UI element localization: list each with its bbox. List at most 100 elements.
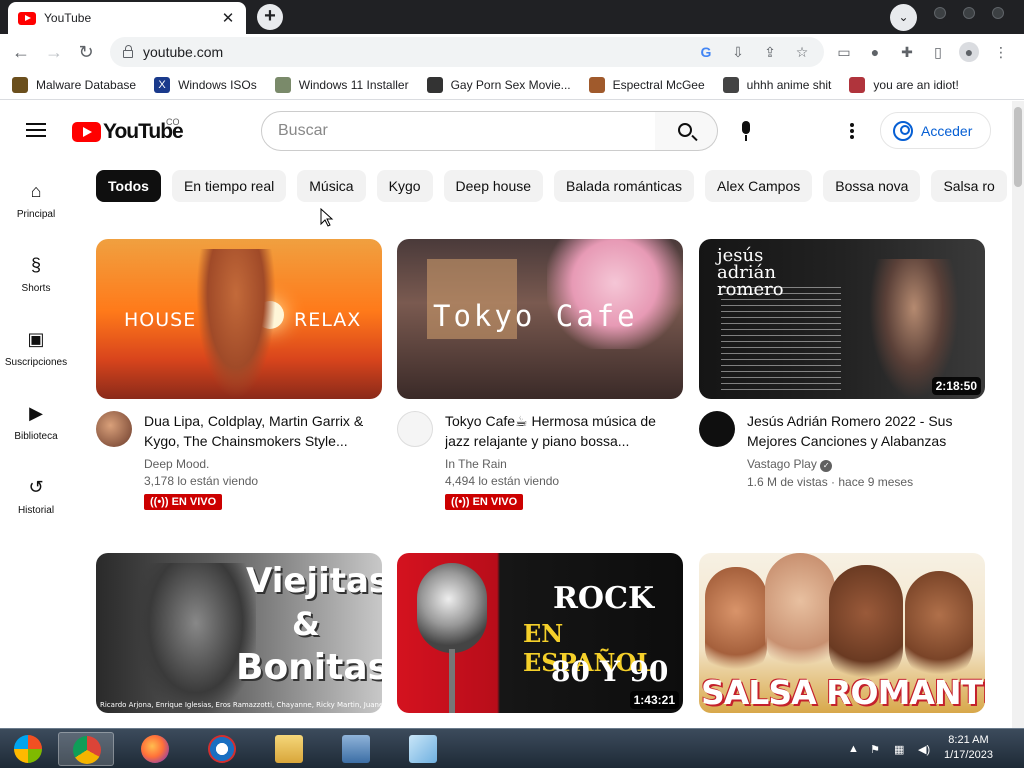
video-card[interactable]: Tokyo Cafe Tokyo Cafe☕ Hermosa música de… — [397, 239, 683, 510]
bookmark-item[interactable]: Malware Database — [12, 76, 136, 93]
tray-expand-icon[interactable]: ▲ — [848, 743, 859, 755]
sidebar-item-shorts[interactable]: § Shorts — [0, 253, 72, 327]
thumb-caption: Ricardo Arjona, Enrique Iglesias, Eros R… — [100, 701, 382, 709]
sidebar-item-biblioteca[interactable]: ▶ Biblioteca — [0, 401, 72, 475]
thumb-text: & — [292, 605, 320, 643]
extension-avatar-icon[interactable]: ● — [865, 42, 885, 62]
youtube-logo[interactable]: YouTube CO — [72, 117, 184, 144]
verified-check-icon: ✓ — [820, 460, 833, 472]
bookmark-item[interactable]: you are an idiot! — [849, 76, 959, 93]
back-button[interactable]: ← — [9, 40, 33, 64]
close-window-button[interactable] — [992, 7, 1004, 19]
tab-youtube[interactable]: YouTube ✕ — [8, 2, 246, 34]
minimize-button[interactable] — [934, 7, 946, 19]
chip-todos[interactable]: Todos — [96, 170, 161, 202]
bookmark-item[interactable]: X Windows ISOs — [154, 76, 257, 93]
video-title[interactable]: Jesús Adrián Romero 2022 - Sus Mejores C… — [747, 411, 985, 451]
windows-taskbar: ▲ ⚑ ▦ ◀) 8:21 AM 1/17/2023 — [0, 728, 1024, 768]
bookmark-item[interactable]: uhhh anime shit — [722, 76, 831, 93]
taskbar-clock[interactable]: 8:21 AM 1/17/2023 — [944, 733, 993, 763]
chip-deep-house[interactable]: Deep house — [443, 170, 544, 202]
network-icon[interactable]: ▦ — [894, 743, 904, 756]
chip-en-tiempo-real[interactable]: En tiempo real — [171, 170, 287, 202]
extensions-puzzle-icon[interactable]: ✚ — [897, 42, 917, 62]
video-card[interactable]: jesús adrián romero 2:18:50 Jesús Adrián… — [699, 239, 985, 489]
bookmark-favicon-icon — [849, 76, 866, 93]
bookmark-item[interactable]: Gay Porn Sex Movie... — [426, 76, 571, 93]
side-panel-icon[interactable]: ▯ — [928, 42, 948, 62]
extension-flag-icon[interactable]: ▭ — [834, 42, 854, 62]
video-card[interactable]: ROCK EN ESPAÑOL 80 Y 90 1:43:21 — [397, 553, 683, 713]
video-thumbnail[interactable]: Viejitas & Bonitas Ricardo Arjona, Enriq… — [96, 553, 382, 713]
channel-avatar[interactable] — [397, 411, 433, 447]
bookmark-item[interactable]: Windows 11 Installer — [274, 76, 409, 93]
chip-balada-romanticas[interactable]: Balada románticas — [554, 170, 694, 202]
channel-name[interactable]: Vastago Play ✓ — [747, 457, 985, 472]
shorts-icon: § — [30, 255, 41, 275]
address-bar[interactable]: youtube.com G ⇩ ⇪ ☆ — [110, 37, 824, 67]
thumb-text: HOUSE — [124, 309, 197, 331]
settings-menu-icon[interactable] — [850, 123, 854, 139]
bookmark-item[interactable]: Espectral McGee — [588, 76, 705, 93]
search-button[interactable] — [655, 111, 718, 151]
video-thumbnail[interactable]: ROCK EN ESPAÑOL 80 Y 90 1:43:21 — [397, 553, 683, 713]
channel-name[interactable]: In The Rain — [445, 457, 683, 471]
forward-button[interactable]: → — [42, 40, 66, 64]
signin-button[interactable]: Acceder — [880, 112, 991, 149]
channel-avatar[interactable] — [96, 411, 132, 447]
sidebar-item-principal[interactable]: ⌂ Principal — [0, 179, 72, 253]
live-badge: ((•)) EN VIVO — [445, 494, 524, 510]
chrome-menu-icon[interactable]: ⋮ — [991, 42, 1011, 62]
video-card[interactable]: HOUSE RELAX Dua Lipa, Coldplay, Martin G… — [96, 239, 382, 510]
page-scrollbar[interactable] — [1012, 101, 1024, 728]
chip-salsa[interactable]: Salsa ro — [931, 170, 1007, 202]
video-title[interactable]: Dua Lipa, Coldplay, Martin Garrix & Kygo… — [144, 411, 382, 451]
sidebar-item-suscripciones[interactable]: ▣ Suscripciones — [0, 327, 72, 401]
profile-icon[interactable]: ● — [959, 42, 979, 62]
new-tab-button[interactable]: + — [257, 4, 283, 30]
volume-icon[interactable]: ◀) — [918, 743, 930, 756]
video-thumbnail[interactable]: Tokyo Cafe — [397, 239, 683, 399]
taskbar-network-app[interactable] — [328, 732, 384, 766]
signin-label: Acceder — [921, 122, 973, 139]
chip-musica[interactable]: Música — [297, 170, 366, 202]
video-thumbnail[interactable]: jesús adrián romero 2:18:50 — [699, 239, 985, 399]
scrollbar-thumb[interactable] — [1014, 107, 1022, 187]
channel-avatar[interactable] — [699, 411, 735, 447]
thumb-text: ROCK — [553, 581, 655, 616]
video-thumbnail[interactable]: HOUSE RELAX — [96, 239, 382, 399]
taskbar-notepad[interactable] — [395, 732, 451, 766]
video-card[interactable]: SALSA ROMANTICA — [699, 553, 985, 713]
video-thumbnail[interactable]: SALSA ROMANTICA — [699, 553, 985, 713]
bookmark-star-icon[interactable]: ☆ — [792, 44, 812, 61]
action-center-flag-icon[interactable]: ⚑ — [870, 743, 880, 756]
chip-kygo[interactable]: Kygo — [376, 170, 433, 202]
start-button[interactable] — [0, 732, 56, 766]
channel-name[interactable]: Deep Mood. — [144, 457, 382, 471]
taskbar-chrome[interactable] — [58, 732, 114, 766]
taskbar-firefox[interactable] — [127, 732, 183, 766]
hamburger-menu-icon[interactable] — [26, 123, 46, 137]
video-title[interactable]: Tokyo Cafe☕ Hermosa música de jazz relaj… — [445, 411, 683, 451]
install-icon[interactable]: ⇩ — [728, 44, 748, 61]
chip-bossa-nova[interactable]: Bossa nova — [823, 170, 921, 202]
bookmark-favicon-icon — [588, 76, 605, 93]
subscriptions-icon: ▣ — [27, 329, 45, 349]
thumb-text: 80 Y 90 — [551, 655, 669, 688]
search-input[interactable]: Buscar — [261, 111, 656, 151]
tab-close-icon[interactable]: ✕ — [220, 9, 236, 27]
sidebar-item-historial[interactable]: ↺ Historial — [0, 475, 72, 549]
tab-search-button[interactable]: ⌄ — [890, 4, 917, 31]
reload-button[interactable]: ↻ — [74, 40, 98, 64]
account-circle-icon — [893, 120, 913, 141]
share-icon[interactable]: ⇪ — [760, 44, 780, 61]
lock-icon[interactable] — [123, 45, 133, 58]
taskbar-app-obama[interactable] — [194, 732, 250, 766]
google-lens-icon[interactable]: G — [696, 44, 716, 60]
video-card[interactable]: Viejitas & Bonitas Ricardo Arjona, Enriq… — [96, 553, 382, 713]
chip-alex-campos[interactable]: Alex Campos — [705, 170, 813, 202]
url-text[interactable]: youtube.com — [143, 44, 696, 60]
maximize-button[interactable] — [963, 7, 975, 19]
voice-search-mic-icon[interactable] — [736, 121, 756, 143]
taskbar-explorer[interactable] — [261, 732, 317, 766]
